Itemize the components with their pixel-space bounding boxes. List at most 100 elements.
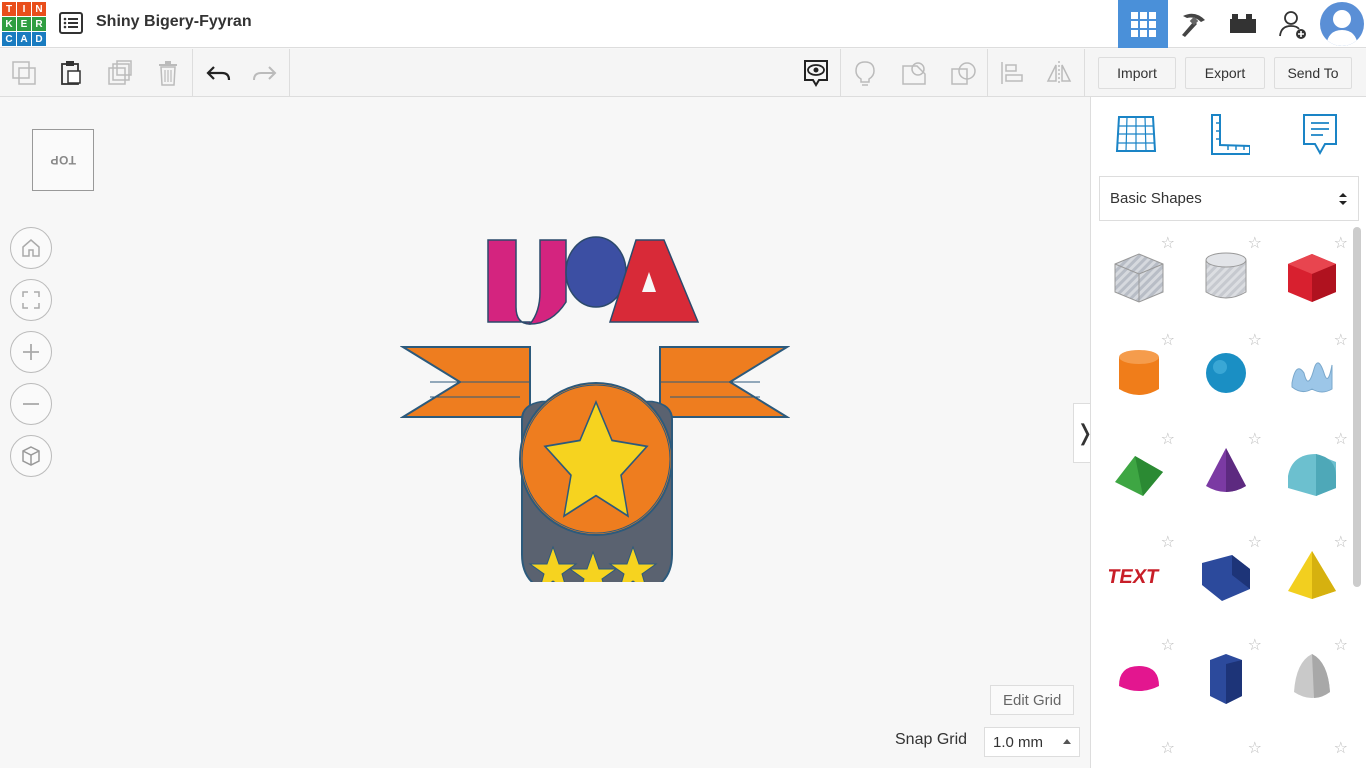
cone-icon xyxy=(1206,448,1246,492)
notes-toggle-button[interactable] xyxy=(801,58,831,88)
eye-speech-icon xyxy=(804,60,828,87)
top-bar: TIN KER CAD Shiny Bigery-Fyyran xyxy=(0,0,1366,48)
duplicate-button[interactable] xyxy=(105,58,135,88)
shape-cylinder[interactable]: ☆ xyxy=(1099,329,1179,419)
shape-partial[interactable]: ☆ xyxy=(1099,737,1179,768)
import-button[interactable]: Import xyxy=(1098,57,1176,89)
edit-grid-button[interactable]: Edit Grid xyxy=(990,685,1075,715)
pyramid-icon xyxy=(1288,551,1336,599)
shape-partial[interactable]: ☆ xyxy=(1272,737,1352,768)
lego-bricks-view-button[interactable] xyxy=(1218,0,1268,48)
design-title[interactable]: Shiny Bigery-Fyyran xyxy=(96,13,252,31)
shape-cylinder-hole[interactable]: ☆ xyxy=(1186,232,1266,322)
shape-cone[interactable]: ☆ xyxy=(1186,428,1266,518)
box-hole-icon xyxy=(1114,253,1164,303)
export-button[interactable]: Export xyxy=(1185,57,1265,89)
copy-button[interactable] xyxy=(9,58,39,88)
brick-icon xyxy=(1230,14,1256,33)
shape-round-roof[interactable]: ☆ xyxy=(1272,428,1352,518)
zoom-out-button[interactable] xyxy=(10,383,52,425)
user-avatar-button[interactable] xyxy=(1318,0,1366,48)
trash-icon xyxy=(159,61,177,86)
usa-badge-model[interactable] xyxy=(399,232,791,660)
home-icon xyxy=(22,239,40,257)
avatar xyxy=(1320,2,1364,46)
invite-user-button[interactable] xyxy=(1268,0,1318,48)
group-button[interactable] xyxy=(899,58,929,88)
user-icon xyxy=(1326,10,1358,46)
shape-half-sphere[interactable]: ☆ xyxy=(1099,634,1179,724)
add-user-icon xyxy=(1279,11,1306,39)
snap-grid-label: Snap Grid xyxy=(895,731,968,748)
mirror-button[interactable] xyxy=(1044,58,1074,88)
notes-tool-button[interactable] xyxy=(1297,111,1343,157)
snap-grid-select[interactable]: 1.0 mm xyxy=(984,727,1080,757)
cylinder-hole-icon xyxy=(1205,252,1247,299)
copy-icon xyxy=(12,61,36,85)
shape-paraboloid[interactable]: ☆ xyxy=(1272,634,1352,724)
logo-letter: I xyxy=(17,2,31,16)
minus-icon xyxy=(23,403,39,405)
cube-icon xyxy=(22,446,40,466)
shape-polygon[interactable]: ☆ xyxy=(1186,634,1266,724)
shape-pyramid[interactable]: ☆ xyxy=(1272,531,1352,621)
zoom-in-button[interactable] xyxy=(10,331,52,373)
favorite-star-icon[interactable]: ☆ xyxy=(1334,741,1348,757)
duplicate-icon xyxy=(108,60,132,85)
shapes-panel: Basic Shapes ☆ ☆ ☆ ☆ ☆ ☆ ☆ ☆ ☆ ☆ TEXT ☆ ☆ ☆ ☆ ☆ ☆ ☆ ☆ xyxy=(1090,97,1366,768)
view-cube-face-label: TOP xyxy=(50,153,76,167)
design-list-icon[interactable] xyxy=(58,10,84,36)
3d-design-view-button[interactable] xyxy=(1118,0,1168,48)
tinkercad-logo[interactable]: TIN KER CAD xyxy=(2,2,46,46)
paste-icon xyxy=(61,61,81,85)
show-all-button[interactable] xyxy=(850,58,880,88)
ungroup-button[interactable] xyxy=(948,58,978,88)
redo-icon xyxy=(253,66,277,81)
note-icon xyxy=(1303,114,1337,156)
favorite-star-icon[interactable]: ☆ xyxy=(1248,741,1262,757)
workplane-tool-button[interactable] xyxy=(1113,111,1159,157)
shape-scribble[interactable]: ☆ xyxy=(1272,329,1352,419)
logo-letter: N xyxy=(32,2,46,16)
home-view-button[interactable] xyxy=(10,227,52,269)
caret-up-icon xyxy=(1063,739,1071,744)
favorite-star-icon[interactable]: ☆ xyxy=(1161,741,1175,757)
logo-letter: R xyxy=(32,17,46,31)
ruler-tool-button[interactable] xyxy=(1206,111,1252,157)
undo-icon xyxy=(206,66,231,81)
send-to-button[interactable]: Send To xyxy=(1274,57,1352,89)
delete-button[interactable] xyxy=(153,58,183,88)
redo-button[interactable] xyxy=(250,58,280,88)
fit-view-icon xyxy=(22,291,40,309)
shape-sphere[interactable]: ☆ xyxy=(1186,329,1266,419)
shape-roof[interactable]: ☆ xyxy=(1099,428,1179,518)
cylinder-icon xyxy=(1119,350,1159,395)
workplane[interactable]: TOP ❭ Edit Grid Snap Grid 1.0 mm xyxy=(0,97,1096,768)
plus-icon xyxy=(23,344,39,360)
select-arrows-icon xyxy=(1339,193,1347,205)
shape-library-select[interactable]: Basic Shapes xyxy=(1099,176,1359,221)
grid-icon xyxy=(1131,12,1156,37)
align-button[interactable] xyxy=(997,58,1027,88)
fit-view-button[interactable] xyxy=(10,279,52,321)
shape-box-hole[interactable]: ☆ xyxy=(1099,232,1179,322)
shape-box[interactable]: ☆ xyxy=(1272,232,1352,322)
shapes-scrollbar[interactable] xyxy=(1353,227,1361,587)
minecraft-view-button[interactable] xyxy=(1168,0,1218,48)
pickaxe-icon xyxy=(1182,13,1205,37)
shape-partial[interactable]: ☆ xyxy=(1186,737,1266,768)
wedge-icon xyxy=(1202,555,1250,601)
lightbulb-icon xyxy=(855,61,875,86)
shape-text[interactable]: ☆ TEXT xyxy=(1099,531,1179,621)
roof-icon xyxy=(1115,456,1163,496)
undo-button[interactable] xyxy=(203,58,233,88)
view-cube[interactable]: TOP xyxy=(32,129,94,191)
polygon-icon xyxy=(1210,654,1242,704)
shape-wedge[interactable]: ☆ xyxy=(1186,531,1266,621)
orthographic-toggle-button[interactable] xyxy=(10,435,52,477)
ungroup-icon xyxy=(951,62,976,85)
align-icon xyxy=(1001,62,1023,84)
paste-button[interactable] xyxy=(56,58,86,88)
shape-library-selected: Basic Shapes xyxy=(1110,190,1202,207)
workplane-grid-icon xyxy=(1115,116,1157,152)
